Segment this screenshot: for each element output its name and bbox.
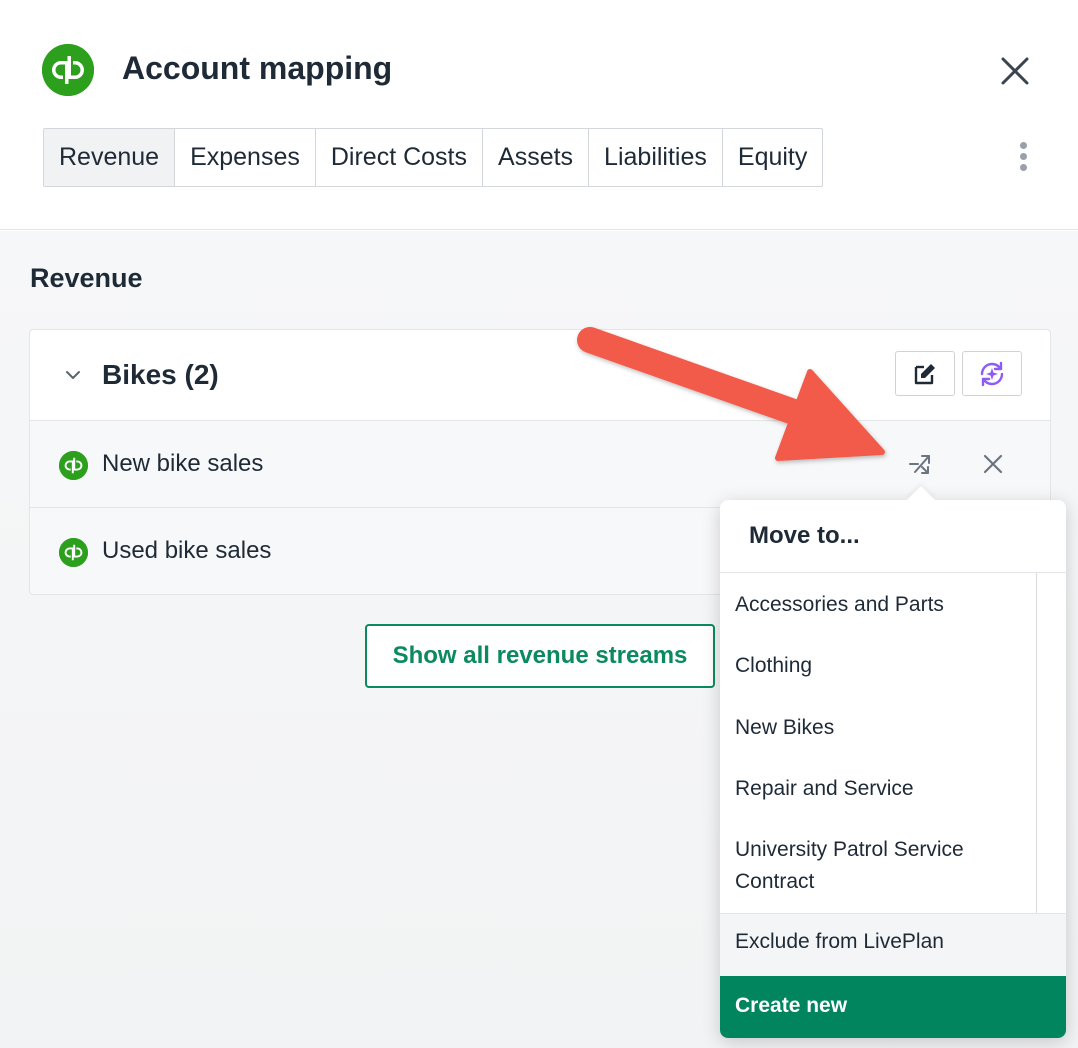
row-label: New bike sales	[102, 450, 264, 477]
dialog-header: Account mapping Revenue Expenses Direct …	[0, 0, 1078, 230]
group-title: Bikes (2)	[102, 359, 219, 390]
category-tabs: Revenue Expenses Direct Costs Assets Lia…	[43, 128, 824, 187]
dropdown-options: Accessories and Parts Clothing New Bikes…	[720, 572, 1066, 913]
quickbooks-icon	[59, 538, 88, 567]
dropdown-scrollbar[interactable]	[1036, 573, 1037, 913]
sync-button[interactable]	[962, 351, 1022, 396]
move-to-dropdown: Move to... Accessories and Parts Clothin…	[720, 485, 1066, 1038]
section-title: Revenue	[30, 263, 143, 293]
show-all-revenue-streams-button[interactable]: Show all revenue streams	[365, 624, 715, 688]
tab-direct-costs[interactable]: Direct Costs	[316, 129, 484, 186]
more-options-icon[interactable]	[1012, 142, 1034, 174]
option-repair-and-service[interactable]: Repair and Service	[735, 773, 1025, 805]
annotation-arrow-icon	[577, 327, 885, 461]
move-icon[interactable]	[908, 452, 932, 476]
option-new-bikes[interactable]: New Bikes	[735, 712, 1025, 744]
tab-equity[interactable]: Equity	[723, 129, 822, 186]
close-icon[interactable]	[996, 52, 1034, 90]
option-university-patrol-service-contract[interactable]: University Patrol Service Contract	[735, 834, 1025, 898]
tab-expenses[interactable]: Expenses	[175, 129, 316, 186]
tab-liabilities[interactable]: Liabilities	[589, 129, 723, 186]
edit-button[interactable]	[895, 351, 955, 396]
chevron-down-icon[interactable]	[64, 366, 82, 384]
option-accessories-and-parts[interactable]: Accessories and Parts	[735, 589, 1025, 621]
sync-icon	[980, 361, 1004, 386]
remove-icon[interactable]	[982, 453, 1004, 475]
exclude-from-liveplan-option[interactable]: Exclude from LivePlan	[720, 913, 1066, 976]
dialog-title: Account mapping	[122, 50, 393, 86]
dropdown-title: Move to...	[749, 522, 860, 549]
tab-revenue[interactable]: Revenue	[44, 129, 176, 186]
quickbooks-logo-icon	[42, 44, 94, 96]
row-label: Used bike sales	[102, 537, 272, 564]
create-new-button[interactable]: Create new	[720, 976, 1066, 1038]
edit-icon	[914, 363, 935, 384]
tab-assets[interactable]: Assets	[483, 129, 590, 186]
option-clothing[interactable]: Clothing	[735, 650, 1025, 682]
quickbooks-icon	[59, 451, 88, 480]
